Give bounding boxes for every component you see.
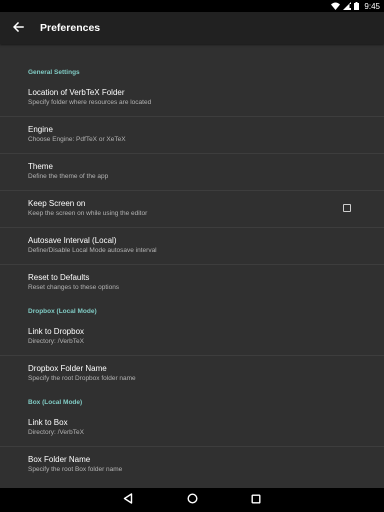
pref-title: Theme: [28, 162, 53, 171]
keep-screen-on-checkbox[interactable]: [343, 204, 351, 212]
nav-recents-button[interactable]: [248, 492, 264, 508]
battery-icon: [354, 2, 360, 10]
pref-summary: Directory: /VerbTeX: [28, 338, 84, 345]
pref-title: Reset to Defaults: [28, 273, 90, 282]
nav-back-button[interactable]: [120, 492, 136, 508]
pref-link-box[interactable]: Link to Box Directory: /VerbTeX: [0, 410, 384, 446]
status-time: 9:45: [364, 1, 380, 11]
pref-autosave-interval[interactable]: Autosave Interval (Local) Define/Disable…: [0, 228, 384, 264]
pref-title: Dropbox Folder Name: [28, 364, 107, 373]
pref-title: Engine: [28, 125, 53, 134]
pref-summary: Specify the root Box folder name: [28, 466, 123, 473]
pref-title: Link to Box: [28, 418, 68, 427]
category-dropbox: Dropbox (Local Mode): [28, 308, 97, 315]
pref-summary: Directory: /VerbTeX: [28, 429, 84, 436]
arrow-back-icon: [12, 19, 24, 37]
pref-keep-screen-on[interactable]: Keep Screen on Keep the screen on while …: [0, 191, 384, 227]
pref-summary: Specify folder where resources are locat…: [28, 99, 152, 106]
status-bar: 9:45: [0, 0, 384, 12]
pref-title: Autosave Interval (Local): [28, 236, 117, 245]
pref-theme[interactable]: Theme Define the theme of the app: [0, 154, 384, 190]
navigation-bar: [0, 488, 384, 512]
nav-home-button[interactable]: [184, 492, 200, 508]
pref-summary: Choose Engine: PdfTeX or XeTeX: [28, 136, 126, 143]
pref-title: Box Folder Name: [28, 455, 91, 464]
pref-summary: Define the theme of the app: [28, 173, 109, 180]
status-icons: 9:45: [331, 0, 380, 12]
pref-summary: Define/Disable Local Mode autosave inter…: [28, 247, 157, 254]
pref-summary: Reset changes to these options: [28, 284, 120, 291]
wifi-icon: [331, 2, 341, 10]
pref-link-dropbox[interactable]: Link to Dropbox Directory: /VerbTeX: [0, 319, 384, 355]
pref-reset-defaults[interactable]: Reset to Defaults Reset changes to these…: [0, 265, 384, 301]
pref-title: Keep Screen on: [28, 199, 86, 208]
app-toolbar: Preferences: [0, 12, 384, 44]
pref-title: Link to Dropbox: [28, 327, 85, 336]
pref-title: Location of VerbTeX Folder: [28, 88, 125, 97]
page-title: Preferences: [40, 22, 101, 34]
pref-engine[interactable]: Engine Choose Engine: PdfTeX or XeTeX: [0, 117, 384, 153]
pref-verbtex-folder[interactable]: Location of VerbTeX Folder Specify folde…: [0, 80, 384, 116]
category-general-settings: General Settings: [28, 69, 80, 76]
back-button[interactable]: [7, 17, 29, 39]
pref-summary: Keep the screen on while using the edito…: [28, 210, 148, 217]
signal-icon: [343, 2, 352, 10]
back-triangle-icon: [123, 491, 133, 509]
category-box: Box (Local Mode): [28, 399, 83, 406]
preferences-list[interactable]: General Settings Location of VerbTeX Fol…: [0, 44, 384, 488]
home-circle-icon: [186, 491, 198, 509]
recents-square-icon: [251, 491, 261, 509]
pref-dropbox-folder-name[interactable]: Dropbox Folder Name Specify the root Dro…: [0, 356, 384, 392]
pref-summary: Specify the root Dropbox folder name: [28, 375, 136, 382]
pref-box-folder-name[interactable]: Box Folder Name Specify the root Box fol…: [0, 447, 384, 483]
